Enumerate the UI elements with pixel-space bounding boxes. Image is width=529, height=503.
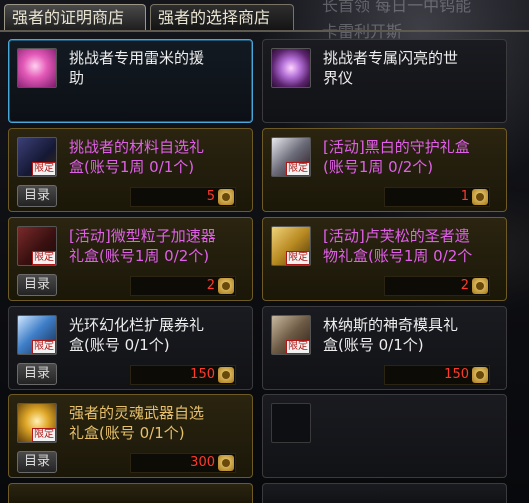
limited-badge: 限定 <box>32 428 56 442</box>
price-box: 2 <box>384 276 490 296</box>
limited-badge: 限定 <box>286 162 310 176</box>
currency-icon <box>218 189 234 205</box>
shop-item-card[interactable] <box>262 483 507 503</box>
item-name: 挑战者的材料自选礼 盒(账号1周 0/1个) <box>69 138 205 176</box>
tab-choice-shop[interactable]: 强者的选择商店 <box>150 4 294 30</box>
catalog-button[interactable]: 目录 <box>17 363 57 385</box>
limited-badge: 限定 <box>32 162 56 176</box>
shop-item-card[interactable]: 限定 光环幻化栏扩展券礼 盒(账号 0/1个) 目录 150 <box>8 306 253 390</box>
price-box: 300 <box>130 453 236 473</box>
tab-divider <box>0 30 529 32</box>
pink-orb-icon <box>17 48 57 88</box>
empty-item-slot <box>262 394 507 478</box>
catalog-button[interactable]: 目录 <box>17 451 57 473</box>
price-box: 5 <box>130 187 236 207</box>
guardian-box-icon: 限定 <box>271 137 311 177</box>
soul-weapon-box-icon: 限定 <box>17 403 57 443</box>
shop-item-card[interactable]: 限定 [活动]微型粒子加速器 礼盒(账号1周 0/2个) 目录 2 <box>8 217 253 301</box>
shop-item-card[interactable]: 限定 [活动]黑白的守护礼盒 (账号1周 0/2个) 1 <box>262 128 507 212</box>
item-name: 挑战者专属闪亮的世 界仪 <box>323 49 459 87</box>
limited-badge: 限定 <box>286 251 310 265</box>
price-box: 150 <box>130 365 236 385</box>
shop-item-card[interactable]: 挑战者专用雷米的援 助 <box>8 39 253 123</box>
currency-icon <box>472 189 488 205</box>
item-name: 林纳斯的神奇模具礼 盒(账号 0/1个) <box>323 316 459 354</box>
item-price: 5 <box>206 189 215 204</box>
shop-item-card[interactable] <box>8 483 253 503</box>
price-box: 2 <box>130 276 236 296</box>
price-box: 150 <box>384 365 490 385</box>
shop-item-card[interactable]: 限定 挑战者的材料自选礼 盒(账号1周 0/1个) 目录 5 <box>8 128 253 212</box>
currency-icon <box>472 367 488 383</box>
item-price: 150 <box>444 367 469 382</box>
item-price: 300 <box>190 455 215 470</box>
item-price: 150 <box>190 367 215 382</box>
relic-box-icon: 限定 <box>271 226 311 266</box>
globe-instrument-icon <box>271 48 311 88</box>
empty-slot-icon <box>271 403 311 443</box>
item-name: 强者的灵魂武器自选 礼盒(账号 0/1个) <box>69 404 205 442</box>
material-box-icon: 限定 <box>17 137 57 177</box>
shop-item-card[interactable]: 限定 [活动]卢芙松的圣者遗 物礼盒(账号1周 0/2个 2 <box>262 217 507 301</box>
item-name: [活动]微型粒子加速器 礼盒(账号1周 0/2个) <box>69 227 216 265</box>
item-name: [活动]黑白的守护礼盒 (账号1周 0/2个) <box>323 138 470 176</box>
aura-ticket-icon: 限定 <box>17 315 57 355</box>
shop-item-card[interactable]: 限定 强者的灵魂武器自选 礼盒(账号 0/1个) 目录 300 <box>8 394 253 478</box>
item-price: 2 <box>460 278 469 293</box>
currency-icon <box>472 278 488 294</box>
limited-badge: 限定 <box>32 251 56 265</box>
background-text: 长首领 每日一中钨能 <box>322 0 472 15</box>
catalog-button[interactable]: 目录 <box>17 274 57 296</box>
item-name: [活动]卢芙松的圣者遗 物礼盒(账号1周 0/2个 <box>323 227 473 265</box>
tab-proof-shop[interactable]: 强者的证明商店 <box>4 4 146 30</box>
currency-icon <box>218 455 234 471</box>
item-name: 光环幻化栏扩展券礼 盒(账号 0/1个) <box>69 316 205 354</box>
limited-badge: 限定 <box>286 340 310 354</box>
currency-icon <box>218 278 234 294</box>
accelerator-box-icon: 限定 <box>17 226 57 266</box>
item-price: 2 <box>206 278 215 293</box>
limited-badge: 限定 <box>32 340 56 354</box>
catalog-button[interactable]: 目录 <box>17 185 57 207</box>
price-box: 1 <box>384 187 490 207</box>
mold-box-icon: 限定 <box>271 315 311 355</box>
item-price: 1 <box>460 189 469 204</box>
item-name: 挑战者专用雷米的援 助 <box>69 49 205 87</box>
shop-item-card[interactable]: 限定 林纳斯的神奇模具礼 盒(账号 0/1个) 150 <box>262 306 507 390</box>
currency-icon <box>218 367 234 383</box>
shop-item-card[interactable]: 挑战者专属闪亮的世 界仪 <box>262 39 507 123</box>
